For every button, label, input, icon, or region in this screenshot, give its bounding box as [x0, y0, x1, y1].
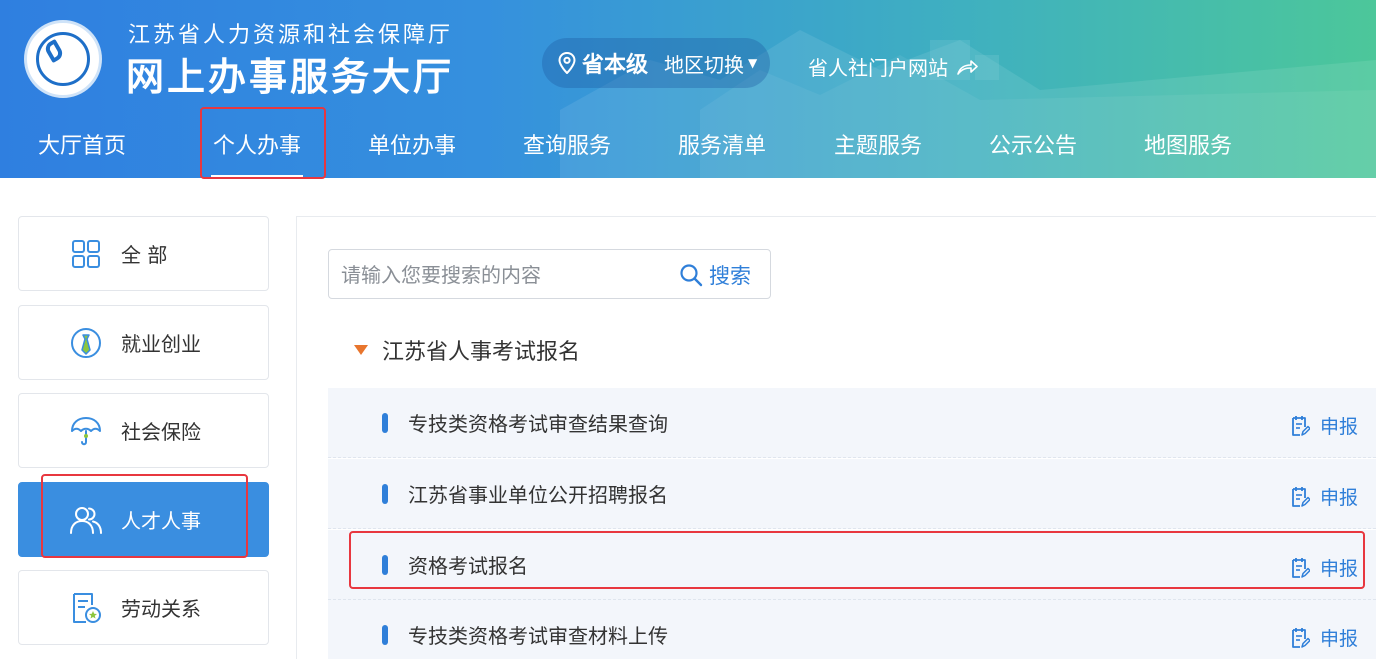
apply-button[interactable]: 申报: [1290, 483, 1358, 510]
row-marker: [382, 554, 388, 575]
apply-form-icon: [1292, 415, 1310, 436]
nav-item-home[interactable]: 大厅首页: [38, 128, 126, 160]
service-group-title: 江苏省人事考试报名: [382, 340, 581, 365]
apply-form-icon: [1292, 627, 1310, 648]
service-name[interactable]: 江苏省事业单位公开招聘报名: [408, 479, 668, 508]
tie-icon: [71, 327, 101, 358]
main-nav: 大厅首页 个人办事 单位办事 查询服务 服务清单 主题服务 公示公告 地图服务: [0, 108, 1376, 178]
apply-button[interactable]: 申报: [1290, 624, 1358, 651]
nav-item-unit[interactable]: 单位办事: [368, 128, 456, 160]
contract-icon: [73, 592, 101, 623]
region-switch-label[interactable]: 地区切换: [664, 49, 744, 78]
service-row[interactable]: 专技类资格考试审查结果查询 申报: [328, 388, 1376, 458]
sidebar-item-labor-relations[interactable]: 劳动关系: [18, 570, 269, 645]
nav-item-personal[interactable]: 个人办事: [210, 128, 304, 178]
search-box: 搜索: [328, 249, 771, 299]
service-row[interactable]: 专技类资格考试审查材料上传 申报: [328, 600, 1376, 659]
apply-button-label: 申报: [1320, 416, 1359, 438]
sidebar-item-label: 人才人事: [121, 509, 201, 533]
search-button[interactable]: 搜索: [679, 260, 751, 290]
row-marker: [382, 412, 388, 433]
ministry-logo: [24, 20, 102, 98]
sidebar-item-label: 劳动关系: [121, 597, 201, 621]
sidebar-item-all[interactable]: 全 部: [18, 216, 269, 291]
search-button-label: 搜索: [709, 264, 751, 288]
search-icon: [680, 264, 703, 287]
apply-button-label: 申报: [1320, 487, 1359, 509]
apply-form-icon: [1292, 557, 1310, 578]
sidebar-item-label: 社会保险: [121, 420, 201, 444]
row-marker: [382, 483, 388, 504]
service-name[interactable]: 专技类资格考试审查结果查询: [408, 408, 668, 437]
people-icon: [70, 506, 102, 534]
service-group-header[interactable]: 江苏省人事考试报名: [354, 334, 580, 366]
region-level: 省本级: [582, 53, 649, 78]
portal-link-label[interactable]: 省人社门户网站: [808, 52, 948, 81]
nav-item-theme[interactable]: 主题服务: [834, 128, 922, 160]
hall-name: 网上办事服务大厅: [126, 55, 455, 99]
nav-item-map[interactable]: 地图服务: [1144, 128, 1232, 160]
nav-item-notice[interactable]: 公示公告: [989, 128, 1077, 160]
chevron-down-icon: ▼: [748, 56, 758, 70]
nav-item-service-list[interactable]: 服务清单: [678, 128, 766, 160]
apply-form-icon: [1292, 486, 1310, 507]
sidebar-item-talent[interactable]: 人才人事: [18, 482, 269, 557]
apply-button[interactable]: 申报: [1290, 412, 1358, 439]
portal-link[interactable]: 省人社门户网站: [808, 52, 978, 81]
umbrella-icon: [71, 416, 101, 445]
apply-button[interactable]: 申报: [1290, 554, 1358, 581]
share-arrow-icon: [957, 59, 978, 75]
org-name: 江苏省人力资源和社会保障厅: [128, 23, 454, 48]
apply-button-label: 申报: [1320, 628, 1359, 650]
grid-icon: [72, 239, 100, 268]
service-name[interactable]: 专技类资格考试审查材料上传: [408, 620, 668, 649]
service-row[interactable]: 江苏省事业单位公开招聘报名 申报: [328, 459, 1376, 529]
sidebar-item-label: 全 部: [121, 243, 168, 267]
search-input[interactable]: [341, 260, 671, 290]
collapse-triangle-icon: [354, 345, 368, 355]
sidebar-item-employment[interactable]: 就业创业: [18, 305, 269, 380]
service-name[interactable]: 资格考试报名: [408, 550, 528, 579]
location-pin-icon: [558, 52, 576, 74]
row-marker: [382, 624, 388, 645]
sidebar-item-social-insurance[interactable]: 社会保险: [18, 393, 269, 468]
apply-button-label: 申报: [1320, 558, 1359, 580]
site-header: 江苏省人力资源和社会保障厅 网上办事服务大厅 省本级 地区切换 ▼ 省人社门户网…: [0, 0, 1376, 178]
service-row[interactable]: 资格考试报名 申报: [328, 530, 1376, 600]
sidebar-item-label: 就业创业: [121, 332, 201, 356]
region-selector[interactable]: 省本级 地区切换 ▼: [542, 38, 770, 88]
nav-item-query[interactable]: 查询服务: [523, 128, 611, 160]
